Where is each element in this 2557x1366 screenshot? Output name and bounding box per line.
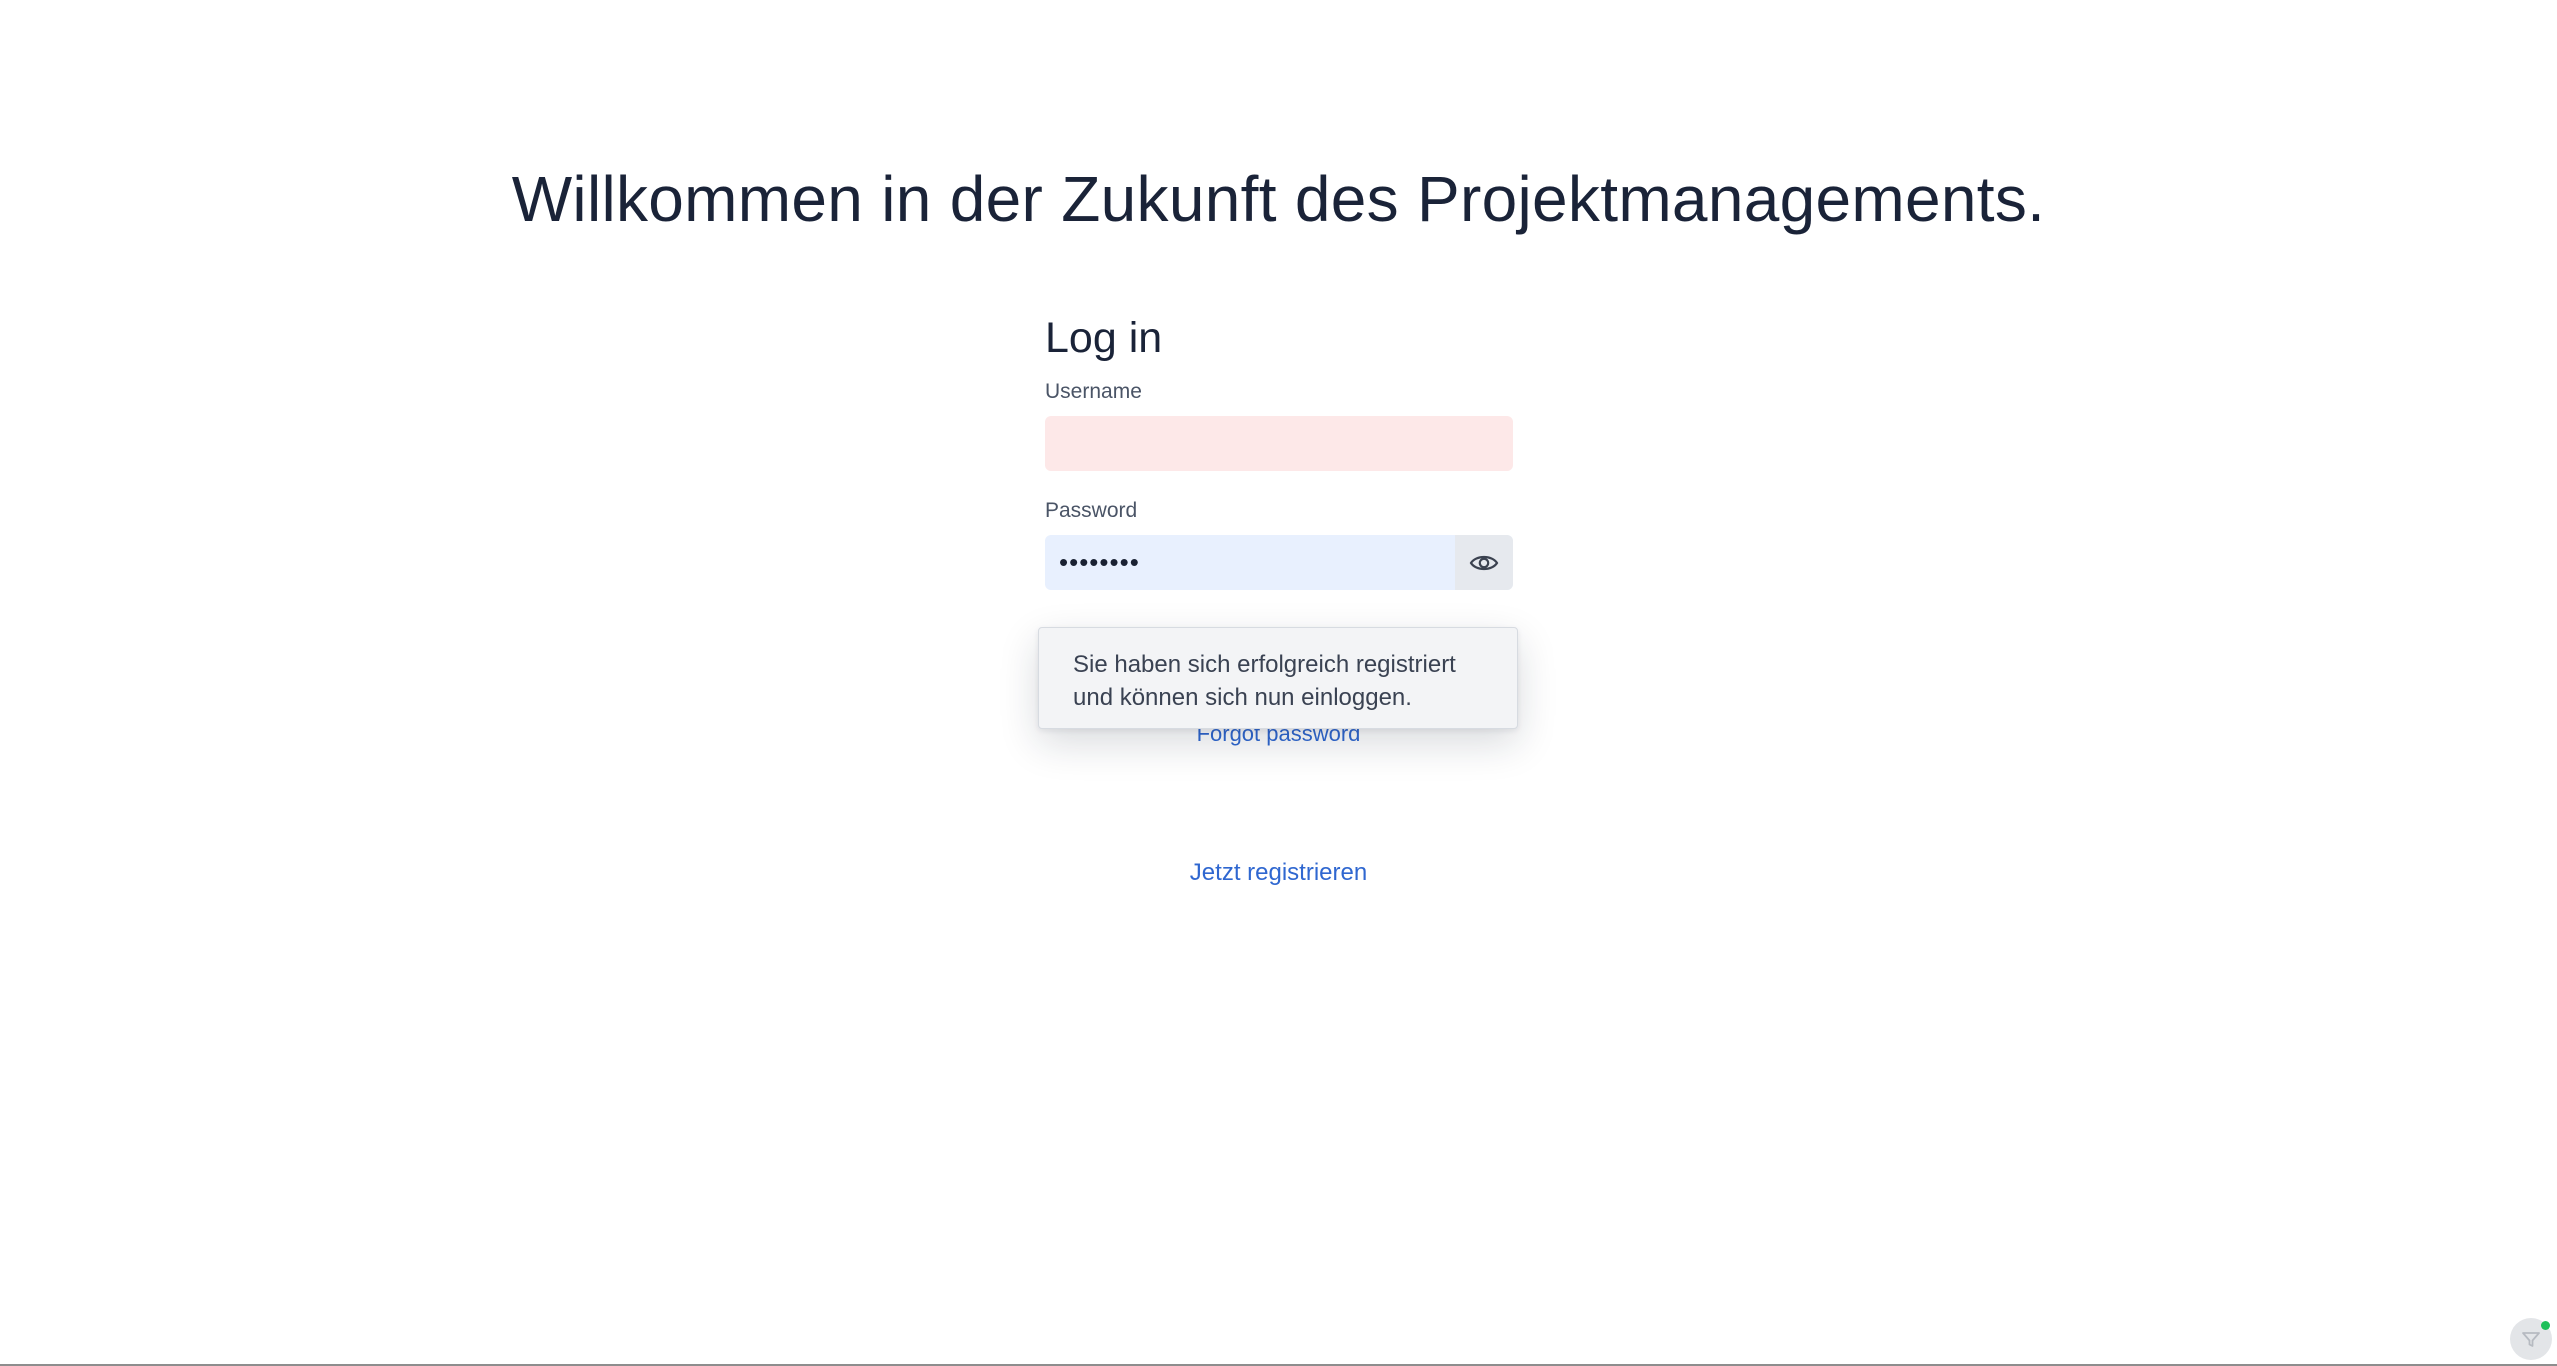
register-link[interactable]: Jetzt registrieren — [0, 856, 2557, 890]
username-input[interactable] — [1045, 416, 1513, 471]
password-input[interactable] — [1045, 535, 1455, 590]
page-title: Willkommen in der Zukunft des Projektman… — [511, 162, 2046, 235]
show-password-button[interactable] — [1455, 535, 1513, 590]
login-heading: Log in — [1045, 314, 1163, 362]
eye-icon — [1469, 555, 1499, 570]
filter-icon — [2522, 1332, 2540, 1347]
login-form: Log in Username Password — [1045, 310, 1513, 590]
password-field — [1045, 535, 1513, 590]
toast-line-1: Sie haben sich erfolgreich registriert — [1073, 651, 1456, 678]
toast-line-2: und können sich nun einloggen. — [1073, 684, 1412, 711]
password-label: Password — [1045, 499, 1138, 522]
corner-widget-button[interactable] — [2510, 1318, 2552, 1360]
username-label: Username — [1045, 380, 1142, 403]
registration-success-toast: Sie haben sich erfolgreich registriert u… — [1038, 627, 1518, 729]
status-dot — [2541, 1321, 2550, 1330]
